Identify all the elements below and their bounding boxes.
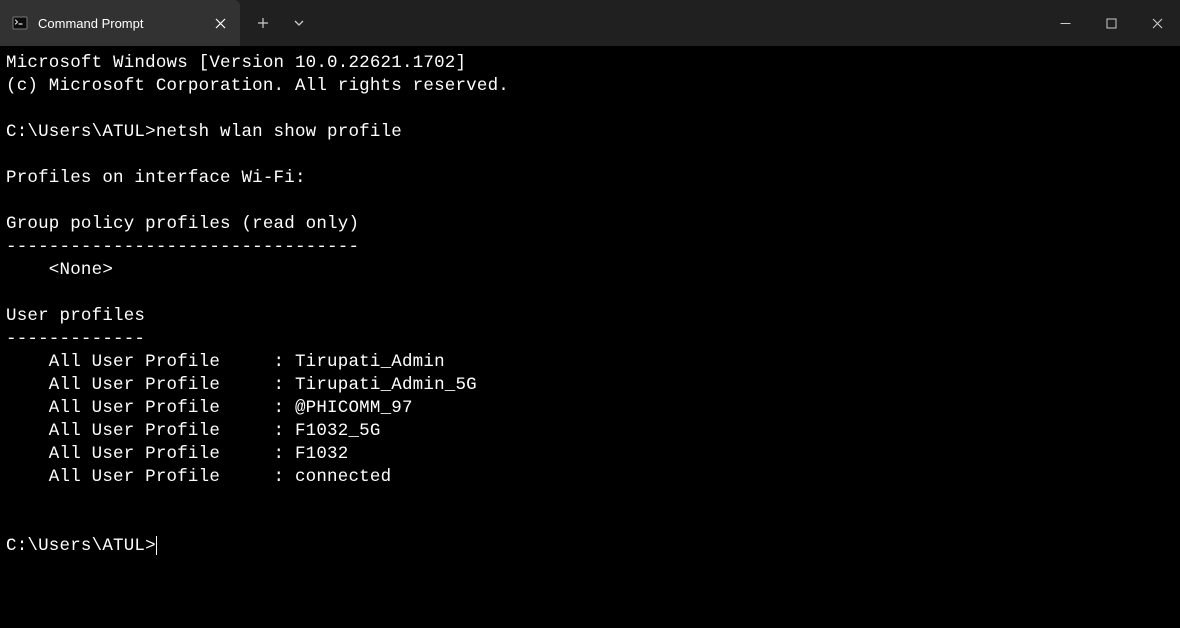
cursor bbox=[156, 536, 158, 555]
window-controls bbox=[1042, 0, 1180, 46]
tab-close-button[interactable] bbox=[210, 13, 230, 33]
tab-command-prompt[interactable]: Command Prompt bbox=[0, 0, 240, 46]
output-rule: ------------- bbox=[6, 329, 145, 349]
profile-name: connected bbox=[295, 467, 391, 487]
output-group-heading: Group policy profiles (read only) bbox=[6, 214, 359, 234]
profile-name: F1032_5G bbox=[295, 421, 381, 441]
profile-label: All User Profile : bbox=[6, 444, 295, 464]
minimize-button[interactable] bbox=[1042, 0, 1088, 46]
profile-label: All User Profile : bbox=[6, 421, 295, 441]
prompt-path: C:\Users\ATUL> bbox=[6, 122, 156, 142]
profile-name: @PHICOMM_97 bbox=[295, 398, 413, 418]
terminal-output[interactable]: Microsoft Windows [Version 10.0.22621.17… bbox=[0, 46, 1180, 564]
close-window-button[interactable] bbox=[1134, 0, 1180, 46]
output-user-heading: User profiles bbox=[6, 306, 145, 326]
profile-name: Tirupati_Admin_5G bbox=[295, 375, 477, 395]
prompt-path: C:\Users\ATUL> bbox=[6, 536, 156, 556]
profile-label: All User Profile : bbox=[6, 352, 295, 372]
output-version: Microsoft Windows [Version 10.0.22621.17… bbox=[6, 53, 466, 73]
profile-name: F1032 bbox=[295, 444, 349, 464]
tab-controls bbox=[240, 0, 316, 46]
profile-label: All User Profile : bbox=[6, 398, 295, 418]
titlebar: Command Prompt bbox=[0, 0, 1180, 46]
output-rule: --------------------------------- bbox=[6, 237, 359, 257]
maximize-button[interactable] bbox=[1088, 0, 1134, 46]
output-group-none: <None> bbox=[6, 260, 113, 280]
terminal-icon bbox=[12, 15, 28, 31]
profile-name: Tirupati_Admin bbox=[295, 352, 445, 372]
titlebar-drag-area[interactable] bbox=[316, 0, 1042, 46]
new-tab-button[interactable] bbox=[246, 6, 280, 40]
output-interface-heading: Profiles on interface Wi-Fi: bbox=[6, 168, 306, 188]
profile-label: All User Profile : bbox=[6, 375, 295, 395]
tab-dropdown-button[interactable] bbox=[282, 6, 316, 40]
tab-title: Command Prompt bbox=[38, 16, 200, 31]
output-copyright: (c) Microsoft Corporation. All rights re… bbox=[6, 76, 509, 96]
profile-label: All User Profile : bbox=[6, 467, 295, 487]
prompt-command: netsh wlan show profile bbox=[156, 122, 402, 142]
